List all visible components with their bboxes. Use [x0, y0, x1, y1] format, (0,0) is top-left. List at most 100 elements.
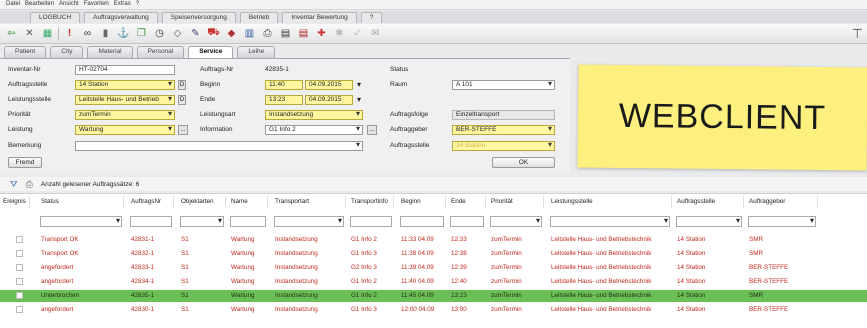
fremd-button[interactable]: Fremd: [8, 157, 42, 168]
ok-button[interactable]: OK: [492, 157, 555, 168]
column-filter[interactable]: [748, 216, 816, 227]
nav-help[interactable]: ?: [360, 12, 383, 23]
menu-help[interactable]: ?: [136, 1, 139, 8]
column-header[interactable]: AuftragsNr: [128, 196, 174, 208]
ereignis-checkbox[interactable]: [16, 292, 23, 299]
table-row[interactable]: angefordert 42834-1 S1 Wartung Instandsetzun…: [0, 276, 867, 288]
bottle-icon[interactable]: ▮: [98, 26, 113, 41]
calculator-icon[interactable]: ▦: [40, 26, 55, 41]
plus-icon[interactable]: ✚: [314, 26, 329, 41]
ereignis-checkbox[interactable]: [16, 278, 23, 285]
beginn-date-field[interactable]: 04.09.2015: [305, 80, 353, 90]
column-filter[interactable]: [274, 216, 344, 227]
column-header[interactable]: Objektarten: [178, 196, 226, 208]
column-filter[interactable]: [130, 216, 172, 227]
print-list-icon[interactable]: ⎙: [26, 179, 33, 190]
column-header[interactable]: Ende: [448, 196, 486, 208]
information-more-button[interactable]: ...: [367, 125, 377, 135]
column-header[interactable]: Name: [228, 196, 268, 208]
column-filter[interactable]: [550, 216, 670, 227]
diamond-icon[interactable]: ◇: [170, 26, 185, 41]
tab-leihe[interactable]: Leihe: [237, 46, 276, 58]
column-header[interactable]: Beginn: [398, 196, 446, 208]
column-header[interactable]: Auftragsstelle: [674, 196, 744, 208]
binoculars-icon[interactable]: ∞: [80, 26, 95, 41]
ereignis-checkbox[interactable]: [16, 236, 23, 243]
information-select[interactable]: G1 Info 2: [265, 125, 363, 135]
table-row[interactable]: Unterbrochen 42835-1 S1 Wartung Instandsetzu…: [0, 290, 867, 302]
ereignis-checkbox[interactable]: [16, 250, 23, 257]
column-filter[interactable]: [180, 216, 224, 227]
ende-time-field[interactable]: 13:23: [265, 95, 303, 105]
tab-material[interactable]: Material: [87, 46, 133, 58]
beginn-time-field[interactable]: 11:40: [265, 80, 303, 90]
anchor-icon[interactable]: ⚓: [116, 26, 131, 41]
menu-extras[interactable]: Extras: [114, 1, 131, 8]
raum-select[interactable]: A 101: [452, 80, 555, 90]
bemerkung-field[interactable]: [75, 141, 363, 151]
nav-betrieb[interactable]: Betrieb: [239, 12, 279, 23]
nav-speisenversorgung[interactable]: Speisenversorgung: [161, 12, 236, 23]
leistung-more-button[interactable]: ...: [178, 125, 188, 135]
nav-inventar-bewertung[interactable]: Inventar Bewertung: [282, 12, 357, 23]
bag-icon[interactable]: ◆: [224, 26, 239, 41]
menu-favoriten[interactable]: Favoriten: [84, 1, 109, 8]
tab-personal[interactable]: Personal: [136, 46, 185, 58]
truck-icon[interactable]: ⛟: [206, 26, 221, 41]
table-row[interactable]: Transport OK 42831-1 S1 Wartung Instandsetzu…: [0, 234, 867, 246]
print-icon[interactable]: ⎙: [260, 26, 275, 41]
mail-icon[interactable]: ✉: [368, 26, 383, 41]
leistungsstelle-select[interactable]: Leitstelle Haus- und Betrieb: [75, 95, 175, 105]
ende-date-dropdown-icon[interactable]: ▾: [357, 95, 361, 104]
column-filter[interactable]: [230, 216, 266, 227]
menu-bearbeiten[interactable]: Bearbeiten: [25, 1, 54, 8]
film2-icon[interactable]: ▤: [296, 26, 311, 41]
menu-ansicht[interactable]: Ansicht: [59, 1, 79, 8]
auftraggeber-select[interactable]: BER-STEFFE: [452, 125, 555, 135]
nav-auftragsverwaltung[interactable]: Auftragsverwaltung: [84, 12, 158, 23]
column-filter[interactable]: [450, 216, 484, 227]
table-row[interactable]: angefordert 42830-1 S1 Wartung Instandsetzun…: [0, 304, 867, 316]
leistungsart-select[interactable]: Instandsetzung: [265, 110, 363, 120]
beginn-date-dropdown-icon[interactable]: ▾: [357, 80, 361, 89]
ereignis-checkbox[interactable]: [16, 306, 23, 313]
column-header[interactable]: Auftraggeber: [746, 196, 818, 208]
column-header[interactable]: Leistungsstelle: [548, 196, 672, 208]
leistungsstelle-detail-button[interactable]: D: [178, 95, 186, 105]
column-header[interactable]: Transportinfo: [348, 196, 394, 208]
copy-icon[interactable]: ❐: [134, 26, 149, 41]
clock-icon[interactable]: ◷: [152, 26, 167, 41]
column-filter[interactable]: [490, 216, 542, 227]
auftragsstelle-detail-button[interactable]: D: [178, 80, 186, 90]
table-row[interactable]: Transport OK 42832-1 S1 Wartung Instandsetzu…: [0, 248, 867, 260]
column-filter[interactable]: [40, 216, 122, 227]
column-filter[interactable]: [676, 216, 742, 227]
nav-logbuch[interactable]: LOGBUCH: [30, 12, 81, 23]
delete-icon[interactable]: ✕: [22, 26, 37, 41]
alert-icon[interactable]: !: [62, 26, 77, 41]
inventar-field[interactable]: HT-02704: [75, 65, 175, 75]
tab-service[interactable]: Service: [188, 46, 234, 58]
column-header[interactable]: Ereignis: [0, 196, 30, 208]
ende-date-field[interactable]: 04.09.2015: [305, 95, 353, 105]
column-header[interactable]: Priorität: [488, 196, 544, 208]
tab-patient[interactable]: Patient: [4, 46, 47, 58]
auftragsstelle-select[interactable]: 14 Station: [75, 80, 175, 90]
menu-datei[interactable]: Datei: [6, 1, 20, 8]
auftragsstelle2-select[interactable]: 14 Station: [452, 141, 555, 151]
column-filter[interactable]: [400, 216, 444, 227]
column-header[interactable]: Transportart: [272, 196, 346, 208]
tab-city[interactable]: City: [50, 46, 84, 58]
table-row[interactable]: angefordert 42833-1 S1 Wartung Instandsetzun…: [0, 262, 867, 274]
leistung-select[interactable]: Wartung: [75, 125, 175, 135]
prioritaet-select[interactable]: zumTermin: [75, 110, 175, 120]
pin-icon[interactable]: ⊤: [852, 26, 863, 42]
book-icon[interactable]: ▥: [242, 26, 257, 41]
ereignis-checkbox[interactable]: [16, 264, 23, 271]
exit-icon[interactable]: ⇦: [4, 26, 19, 41]
column-filter[interactable]: [350, 216, 392, 227]
column-header[interactable]: Status: [38, 196, 124, 208]
pen-icon[interactable]: ✎: [188, 26, 203, 41]
filter-icon[interactable]: ⛛: [10, 179, 18, 190]
film-icon[interactable]: ▤: [278, 26, 293, 41]
